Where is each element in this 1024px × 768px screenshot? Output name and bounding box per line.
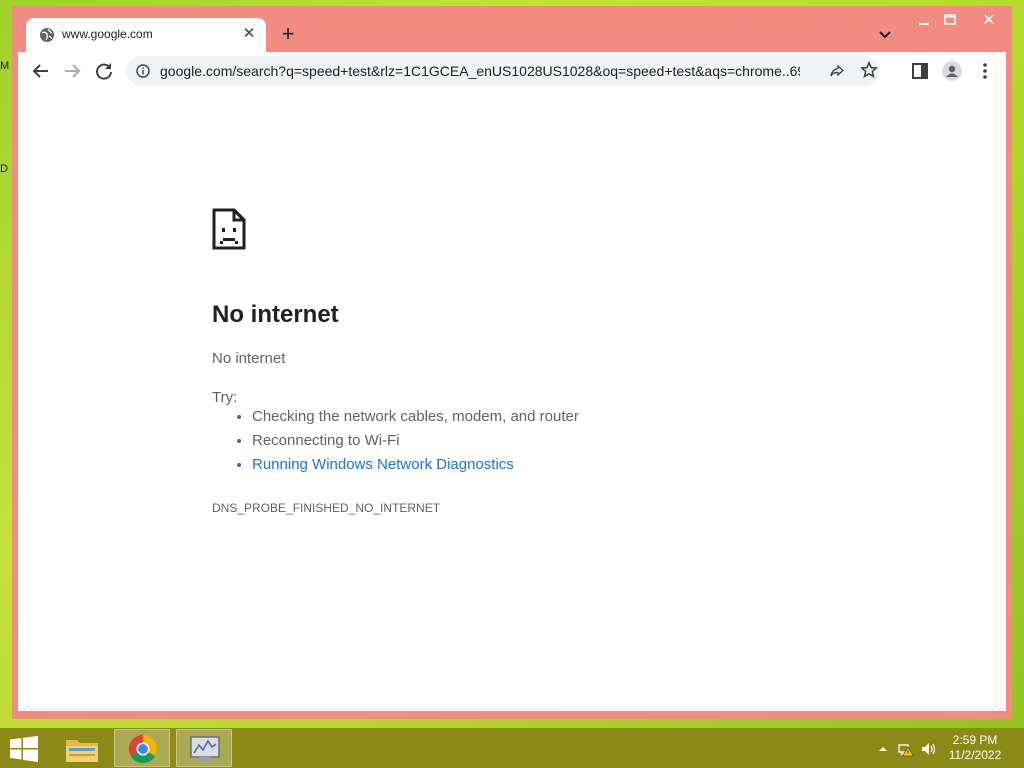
folder-icon (66, 740, 98, 762)
taskbar-chrome[interactable] (114, 729, 170, 767)
maximize-button[interactable] (937, 12, 963, 32)
speaker-volume-icon[interactable] (921, 741, 937, 757)
globe-icon (40, 28, 54, 42)
desktop-icon-fragment: D (0, 163, 8, 175)
taskbar-file-explorer[interactable] (54, 729, 110, 767)
address-bar[interactable]: google.com/search?q=speed+test&rlz=1C1GC… (126, 56, 880, 86)
page-content: No internet No internet Try: Checking th… (18, 90, 1006, 711)
show-hidden-icons-icon[interactable] (875, 741, 891, 757)
error-code: DNS_PROBE_FINISHED_NO_INTERNET (212, 501, 441, 515)
sad-document-icon (212, 208, 246, 250)
error-title: No internet (212, 301, 339, 328)
back-arrow-icon[interactable] (30, 60, 52, 82)
chrome-icon (129, 735, 157, 763)
menu-kebab-icon[interactable] (975, 61, 995, 81)
taskbar: 2:59 PM 11/2/2022 (0, 728, 1024, 768)
try-label: Try: (212, 389, 238, 406)
list-item: Checking the network cables, modem, and … (252, 405, 579, 429)
browser-toolbar: google.com/search?q=speed+test&rlz=1C1GC… (18, 52, 1006, 91)
network-warning-icon[interactable] (898, 741, 914, 757)
suggestion-list: Checking the network cables, modem, and … (212, 405, 579, 477)
profile-avatar-icon[interactable] (942, 61, 962, 81)
suggestion-text: Reconnecting to Wi-Fi (252, 432, 400, 449)
minimize-button[interactable] (911, 12, 937, 32)
new-tab-button[interactable]: + (278, 23, 298, 45)
bookmark-star-icon[interactable] (860, 61, 878, 79)
suggestion-text: Checking the network cables, modem, and … (252, 408, 579, 425)
reload-icon[interactable] (93, 60, 115, 82)
url-text[interactable]: google.com/search?q=speed+test&rlz=1C1GC… (160, 63, 800, 79)
tab-title: www.google.com (62, 27, 153, 41)
browser-tab[interactable]: www.google.com ✕ (26, 18, 266, 52)
list-item: Reconnecting to Wi-Fi (252, 429, 579, 453)
desktop-icon-fragment: M (0, 60, 10, 72)
info-icon[interactable] (136, 64, 150, 78)
list-item: Running Windows Network Diagnostics (252, 453, 579, 477)
windows-start-icon[interactable] (10, 736, 38, 762)
share-icon[interactable] (829, 63, 845, 79)
title-bar: www.google.com ✕ + ✕ (12, 6, 1012, 52)
error-subtitle: No internet (212, 350, 286, 367)
forward-arrow-icon[interactable] (61, 60, 83, 82)
clock-time: 2:59 PM (952, 733, 998, 747)
taskbar-network-monitor[interactable] (176, 729, 232, 767)
tab-close-icon[interactable]: ✕ (240, 25, 258, 43)
monitor-icon (190, 736, 220, 761)
network-diagnostics-link[interactable]: Running Windows Network Diagnostics (252, 456, 514, 473)
side-panel-icon[interactable] (910, 61, 930, 81)
tab-search-chevron-icon[interactable] (878, 28, 892, 42)
browser-window: www.google.com ✕ + ✕ google.com/search?q… (12, 6, 1012, 719)
system-clock[interactable]: 2:59 PM 11/2/2022 (940, 733, 1010, 763)
close-window-button[interactable]: ✕ (971, 12, 1007, 32)
clock-date: 11/2/2022 (948, 748, 1002, 762)
